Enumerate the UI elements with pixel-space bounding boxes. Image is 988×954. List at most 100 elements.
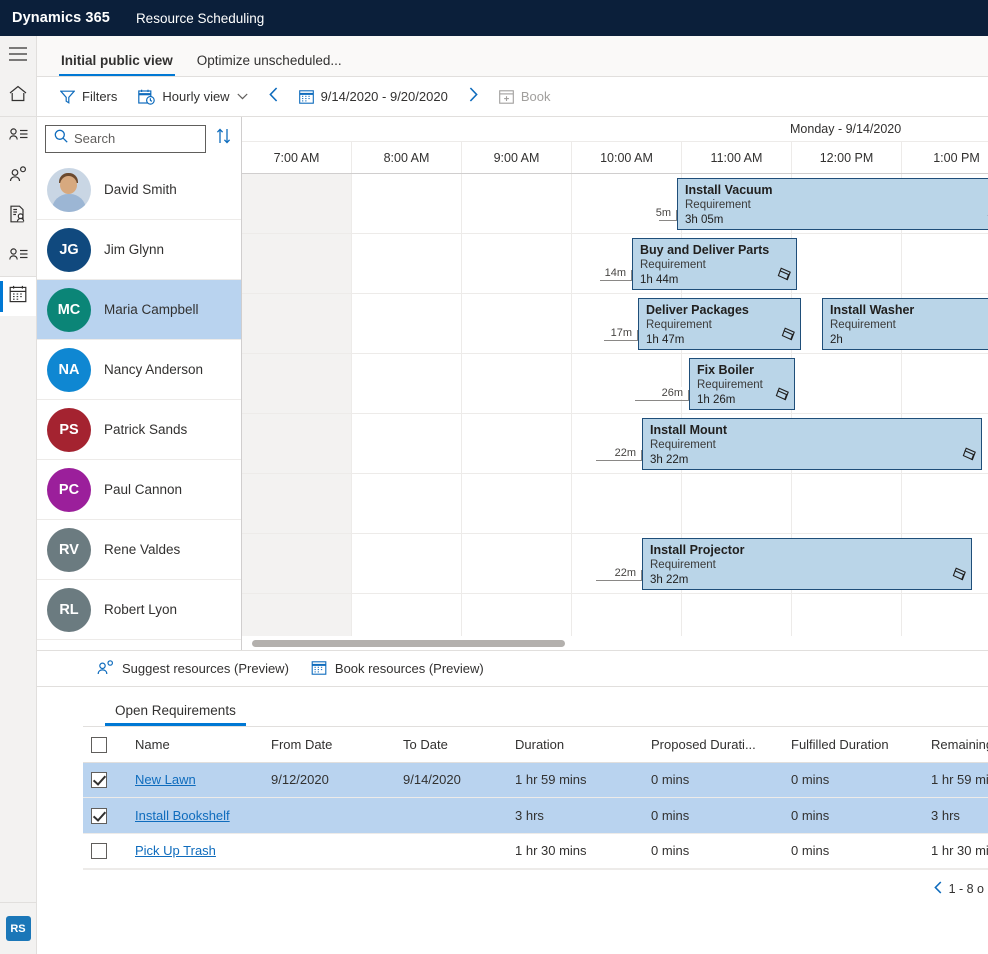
timeline-cell[interactable] [462, 354, 572, 413]
column-header[interactable]: Duration [507, 727, 643, 763]
resource-row[interactable]: PCPaul Cannon [37, 460, 241, 520]
timeline-cell[interactable] [242, 474, 352, 533]
column-header[interactable]: To Date [395, 727, 507, 763]
suggest-resources-button[interactable]: Suggest resources (Preview) [97, 660, 289, 678]
timeline-cell[interactable] [242, 234, 352, 293]
select-all-checkbox[interactable] [91, 737, 107, 753]
column-header[interactable]: Fulfilled Duration [783, 727, 923, 763]
sidebar-item-requirements[interactable] [0, 196, 36, 236]
requirement-link[interactable]: New Lawn [135, 772, 196, 787]
sidebar-item-resources[interactable] [0, 156, 36, 196]
row-checkbox[interactable] [91, 843, 107, 859]
timeline-cell[interactable] [242, 594, 352, 636]
timeline-cell[interactable] [792, 594, 902, 636]
timeline-cell[interactable] [242, 534, 352, 593]
table-row[interactable]: New Lawn9/12/20209/14/20201 hr 59 mins0 … [83, 762, 988, 798]
timeline-cell[interactable] [902, 354, 988, 413]
table-row[interactable]: Pick Up Trash1 hr 30 mins0 mins0 mins1 h… [83, 833, 988, 869]
column-header[interactable]: From Date [263, 727, 395, 763]
timeline-cell[interactable] [352, 234, 462, 293]
app-badge[interactable]: RS [6, 916, 31, 941]
requirement-link[interactable]: Pick Up Trash [135, 843, 216, 858]
timeline-horizontal-scrollbar[interactable] [242, 636, 988, 650]
timeline-cell[interactable] [902, 474, 988, 533]
timeline-cell[interactable] [352, 534, 462, 593]
timeline-cell[interactable] [902, 234, 988, 293]
resource-row[interactable]: RVRene Valdes [37, 520, 241, 580]
timeline-cell[interactable] [462, 414, 572, 473]
timeline-cell[interactable] [352, 474, 462, 533]
tab-open-requirements[interactable]: Open Requirements [105, 704, 246, 727]
resource-row[interactable]: NANancy Anderson [37, 340, 241, 400]
resource-row[interactable]: JGJim Glynn [37, 220, 241, 280]
search-input[interactable] [74, 131, 197, 146]
resource-row[interactable]: MCMaria Campbell [37, 280, 241, 340]
tab-initial-public-view[interactable]: Initial public view [49, 54, 185, 77]
preview-actions-bar: Suggest resources (Preview) Book resourc… [37, 651, 988, 687]
timeline-cell[interactable] [902, 594, 988, 636]
timeline-cell[interactable] [462, 294, 572, 353]
timeline-cell[interactable] [242, 174, 352, 233]
column-header[interactable]: Proposed Durati... [643, 727, 783, 763]
requirement-link[interactable]: Install Bookshelf [135, 808, 230, 823]
timeline-cell[interactable] [682, 474, 792, 533]
contact-list-icon [9, 247, 28, 266]
timeline-cell[interactable] [572, 474, 682, 533]
table-row[interactable]: Install Bookshelf3 hrs0 mins0 mins3 hrs [83, 798, 988, 834]
sidebar-item-recent[interactable] [0, 116, 36, 156]
search-container[interactable] [45, 125, 206, 153]
timeline-cell[interactable] [352, 354, 462, 413]
sidebar-item-home[interactable] [0, 76, 36, 116]
timeline-cell[interactable] [462, 594, 572, 636]
previous-page-button[interactable] [934, 881, 942, 897]
tab-optimize-unscheduled[interactable]: Optimize unscheduled... [185, 54, 354, 77]
sidebar-item-schedule-board[interactable] [0, 276, 36, 316]
timeline-cell[interactable] [462, 474, 572, 533]
booking-block[interactable]: Deliver PackagesRequirement1h 47m [638, 298, 801, 350]
timeline-cell[interactable] [242, 354, 352, 413]
sort-button[interactable] [214, 126, 233, 151]
timeline-cell[interactable] [682, 594, 792, 636]
booking-block[interactable]: Install WasherRequirement2h [822, 298, 988, 350]
scrollbar-thumb[interactable] [252, 640, 565, 647]
next-period-button[interactable] [460, 83, 487, 111]
timeline-cell[interactable] [352, 594, 462, 636]
booking-block[interactable]: Install VacuumRequirement3h 05m [677, 178, 988, 230]
previous-period-button[interactable] [260, 83, 287, 111]
timeline-cell[interactable] [352, 414, 462, 473]
timeline-cell[interactable] [572, 594, 682, 636]
hour-label: 8:00 AM [352, 142, 462, 173]
timeline-cell[interactable] [352, 174, 462, 233]
book-resources-button[interactable]: Book resources (Preview) [311, 660, 484, 678]
booking-block[interactable]: Install ProjectorRequirement3h 22m [642, 538, 972, 590]
booking-block[interactable]: Fix BoilerRequirement1h 26m [689, 358, 795, 410]
timeline-cell[interactable] [352, 294, 462, 353]
timeline-cell[interactable] [242, 414, 352, 473]
column-header[interactable]: Name [127, 727, 263, 763]
book-button[interactable]: Book [490, 84, 560, 109]
sidebar-item-bookings[interactable] [0, 236, 36, 276]
row-checkbox[interactable] [91, 808, 107, 824]
timeline-cell[interactable] [462, 234, 572, 293]
booking-block[interactable]: Install MountRequirement3h 22m [642, 418, 982, 470]
timeline-cell[interactable] [792, 354, 902, 413]
row-checkbox[interactable] [91, 772, 107, 788]
column-header[interactable]: Remaining [923, 727, 988, 763]
timeline-cell[interactable] [572, 174, 682, 233]
timeline-cell[interactable] [792, 234, 902, 293]
timeline-cell[interactable] [792, 474, 902, 533]
timeline-cell[interactable] [572, 354, 682, 413]
booking-block[interactable]: Buy and Deliver PartsRequirement1h 44m [632, 238, 797, 290]
resource-name: Nancy Anderson [104, 362, 203, 377]
resource-row[interactable]: David Smith [37, 160, 241, 220]
menu-icon-button[interactable] [0, 36, 36, 76]
timeline-cell[interactable] [462, 174, 572, 233]
filters-button[interactable]: Filters [51, 84, 126, 109]
resource-row[interactable]: RLRobert Lyon [37, 580, 241, 640]
view-mode-button[interactable]: Hourly view [129, 84, 256, 110]
remaining-cell: 1 hr 59 mins [923, 762, 988, 798]
resource-row[interactable]: PSPatrick Sands [37, 400, 241, 460]
date-range-picker[interactable]: 9/14/2020 - 9/20/2020 [290, 84, 457, 109]
timeline-cell[interactable] [462, 534, 572, 593]
timeline-cell[interactable] [242, 294, 352, 353]
